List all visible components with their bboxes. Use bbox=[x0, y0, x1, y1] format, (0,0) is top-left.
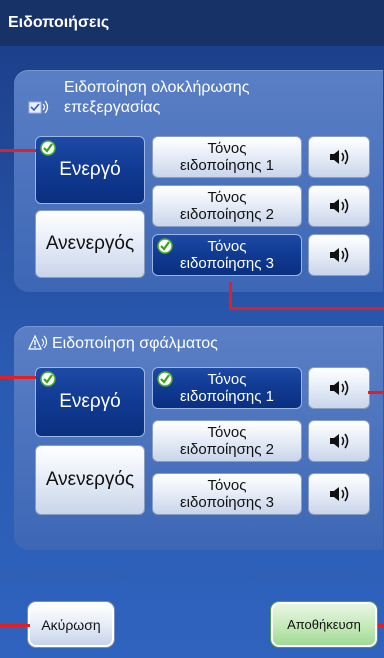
error-alert-heading: Ειδοποίηση σφάλματος bbox=[28, 334, 218, 358]
check-icon bbox=[157, 238, 173, 254]
error-tone-3-play-button[interactable] bbox=[308, 473, 370, 515]
tone-label-line2: ειδοποίησης 2 bbox=[180, 206, 274, 223]
error-disabled-label: Ανενεργός bbox=[45, 469, 135, 490]
tone-label-line1: Τόνος bbox=[207, 477, 247, 494]
error-tone-3-button[interactable]: Τόνος ειδοποίησης 3 bbox=[152, 473, 302, 515]
annotation-marker-line bbox=[378, 624, 384, 627]
error-enabled-button[interactable]: Ενεργό bbox=[35, 367, 145, 437]
error-heading-text: Ειδοποίηση σφάλματος bbox=[52, 335, 218, 352]
check-icon bbox=[157, 371, 173, 387]
tone-label-line1: Τόνος bbox=[207, 140, 247, 157]
completion-tone-1-play-button[interactable] bbox=[308, 136, 370, 178]
error-tone-1-play-button[interactable] bbox=[308, 367, 370, 409]
completion-tone-2-play-button[interactable] bbox=[308, 185, 370, 227]
speaker-icon bbox=[330, 247, 349, 263]
completion-heading-line1: Ειδοποίηση ολοκλήρωσης bbox=[64, 79, 250, 96]
tone-label-line2: ειδοποίησης 1 bbox=[180, 157, 274, 174]
alerts-screen: Ειδοποιήσεις Ειδοποίηση ολοκλήρωσης επεξε… bbox=[0, 0, 384, 658]
tone-label-line1: Τόνος bbox=[207, 189, 247, 206]
check-icon bbox=[40, 371, 56, 387]
tone-label-line1: Τόνος bbox=[207, 238, 247, 255]
completion-disabled-label: Ανενεργός bbox=[45, 233, 135, 254]
error-alert-panel: Ειδοποίηση σφάλματος Ενεργό Ανενεργός Τό… bbox=[14, 326, 383, 550]
completion-alert-heading: Ειδοποίηση ολοκλήρωσης επεξεργασίας bbox=[28, 78, 249, 122]
completion-enabled-button[interactable]: Ενεργό bbox=[35, 136, 145, 204]
speaker-icon bbox=[330, 433, 349, 449]
annotation-marker-line bbox=[0, 376, 36, 379]
speaker-icon bbox=[330, 486, 349, 502]
error-disabled-button[interactable]: Ανενεργός bbox=[35, 445, 145, 515]
annotation-marker-line bbox=[0, 624, 30, 627]
title-bar: Ειδοποιήσεις bbox=[0, 0, 384, 46]
completion-alert-panel: Ειδοποίηση ολοκλήρωσης επεξεργασίας Ενεργ… bbox=[14, 70, 383, 292]
completion-tone-3-play-button[interactable] bbox=[308, 234, 370, 276]
completion-tone-2-button[interactable]: Τόνος ειδοποίησης 2 bbox=[152, 185, 302, 227]
completion-tone-1-button[interactable]: Τόνος ειδοποίησης 1 bbox=[152, 136, 302, 178]
annotation-marker-line bbox=[229, 307, 384, 310]
cancel-label: Ακύρωση bbox=[41, 616, 101, 633]
annotation-marker-line bbox=[368, 391, 384, 394]
tone-label-line2: ειδοποίησης 3 bbox=[180, 255, 274, 272]
message-speaker-icon bbox=[28, 98, 64, 122]
save-button[interactable]: Αποθήκευση bbox=[271, 602, 377, 647]
completion-tone-3-button[interactable]: Τόνος ειδοποίησης 3 bbox=[152, 234, 302, 276]
tone-label-line2: ειδοποίησης 2 bbox=[180, 441, 274, 458]
speaker-icon bbox=[330, 380, 349, 396]
completion-heading-line2: επεξεργασίας bbox=[64, 99, 161, 116]
error-tone-1-button[interactable]: Τόνος ειδοποίησης 1 bbox=[152, 367, 302, 409]
annotation-marker-line bbox=[0, 149, 36, 152]
save-label: Αποθήκευση bbox=[287, 617, 361, 632]
completion-disabled-button[interactable]: Ανενεργός bbox=[35, 210, 145, 278]
tone-label-line2: ειδοποίησης 1 bbox=[180, 388, 274, 405]
tone-label-line1: Τόνος bbox=[207, 371, 247, 388]
completion-enabled-label: Ενεργό bbox=[59, 159, 121, 180]
speaker-icon bbox=[330, 198, 349, 214]
speaker-icon bbox=[330, 149, 349, 165]
warning-speaker-icon bbox=[28, 334, 52, 358]
tone-label-line2: ειδοποίησης 3 bbox=[180, 494, 274, 511]
error-tone-2-play-button[interactable] bbox=[308, 420, 370, 462]
error-enabled-label: Ενεργό bbox=[59, 391, 121, 412]
cancel-button[interactable]: Ακύρωση bbox=[28, 602, 114, 647]
page-title: Ειδοποιήσεις bbox=[8, 14, 110, 31]
annotation-marker-line bbox=[229, 282, 232, 309]
error-tone-2-button[interactable]: Τόνος ειδοποίησης 2 bbox=[152, 420, 302, 462]
tone-label-line1: Τόνος bbox=[207, 424, 247, 441]
check-icon bbox=[40, 140, 56, 156]
